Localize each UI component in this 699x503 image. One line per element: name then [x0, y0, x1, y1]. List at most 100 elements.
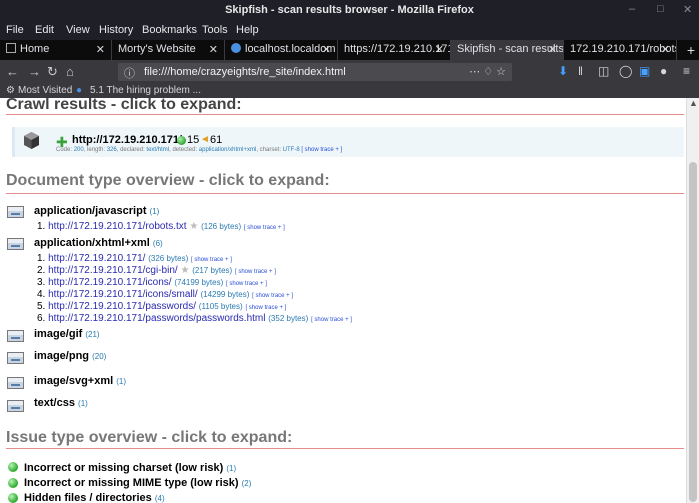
close-icon[interactable]: ✕ — [661, 43, 670, 56]
list-item: 1. http://172.19.210.171/robots.txt ★ (1… — [37, 221, 285, 232]
reload-icon[interactable]: ↻ — [47, 64, 58, 80]
new-tab-icon[interactable]: + — [687, 42, 695, 58]
sidebar-icon[interactable]: ◫ — [598, 64, 609, 78]
issue-status-icon — [8, 493, 18, 503]
addon-icon[interactable]: ● — [660, 64, 667, 78]
list-item: 2. http://172.19.210.171/cgi-bin/ ★ (217… — [37, 265, 276, 276]
meta-length: 326 — [106, 147, 117, 153]
item-url[interactable]: http://172.19.210.171/icons/small/ — [48, 289, 198, 300]
mime-count: (21) — [85, 330, 100, 339]
tab-https-ip[interactable]: https://172.19.210.171 ✕ — [338, 40, 451, 60]
tab-localhost[interactable]: localhost.localdom ✕ — [225, 40, 338, 60]
forward-icon[interactable]: → — [28, 64, 41, 79]
extension-icon[interactable]: ◯ — [619, 64, 632, 78]
library-icon[interactable]: ‖ — [578, 64, 583, 78]
issue-label: Incorrect or missing charset (low risk) — [24, 462, 224, 474]
crawl-count-a: 15 — [187, 134, 200, 146]
show-trace-link[interactable]: [ show trace + ] — [235, 269, 276, 275]
address-bar[interactable]: ⓘ file:///home/crazyeights/re_site/index… — [118, 63, 512, 81]
item-url[interactable]: http://172.19.210.171/passwords/ — [48, 301, 196, 312]
close-icon[interactable]: ✕ — [96, 43, 105, 56]
menu-help[interactable]: Help — [236, 24, 259, 36]
menu-file[interactable]: File — [6, 24, 24, 36]
crawl-count-b: 61 — [210, 134, 223, 146]
maximize-icon[interactable]: □ — [657, 3, 664, 15]
mime-label: image/gif — [34, 328, 83, 340]
scrollbar[interactable]: ▲ — [686, 98, 699, 503]
item-index: 2. — [37, 265, 46, 276]
minimize-icon[interactable]: – — [629, 3, 635, 15]
list-item: 4. http://172.19.210.171/icons/small/ (1… — [37, 289, 293, 300]
item-url[interactable]: http://172.19.210.171/icons/ — [48, 277, 171, 288]
mime-count: (6) — [152, 239, 163, 248]
mime-label: text/css — [34, 397, 75, 409]
scrollbar-thumb[interactable] — [689, 162, 697, 502]
close-window-icon[interactable]: ✕ — [683, 3, 692, 16]
download-icon[interactable]: ⬇ — [558, 64, 568, 78]
meta-charset-label: , charset: — [256, 147, 283, 153]
meta-declared-label: , declared: — [116, 147, 147, 153]
mime-type[interactable]: text/css (1) — [34, 397, 88, 409]
home-icon[interactable]: ⌂ — [66, 64, 74, 79]
doctype-heading[interactable]: Document type overview - click to expand… — [6, 172, 330, 190]
tab-home[interactable]: Home ✕ — [0, 40, 112, 60]
menu-view[interactable]: View — [66, 24, 90, 36]
back-icon[interactable]: ← — [6, 64, 19, 79]
show-trace-link[interactable]: [ show trace + ] — [245, 305, 286, 311]
issue-status-icon — [8, 462, 18, 472]
document-icon — [7, 330, 24, 342]
divider — [6, 114, 684, 115]
document-icon — [7, 206, 24, 218]
issue-icon: ◄ — [200, 134, 210, 145]
mime-type[interactable]: image/svg+xml (1) — [34, 375, 126, 387]
item-url[interactable]: http://172.19.210.171/passwords/password… — [48, 313, 265, 324]
item-url[interactable]: http://172.19.210.171/cgi-bin/ — [48, 265, 178, 276]
bookmarks-bar: ⚙ Most Visited ● 5.1 The hiring problem … — [0, 84, 699, 98]
menu-icon[interactable]: ≡ — [683, 64, 690, 78]
show-trace-link[interactable]: [ show trace + ] — [301, 147, 342, 153]
item-index: 1. — [37, 221, 46, 232]
menu-history[interactable]: History — [99, 24, 133, 36]
mime-count: (1) — [116, 377, 127, 386]
crawl-url[interactable]: http://172.19.210.171/ — [72, 134, 182, 146]
issue-item[interactable]: Incorrect or missing MIME type (low risk… — [24, 477, 251, 489]
page-actions-icon[interactable]: ⋯ ♢ ☆ — [469, 65, 506, 78]
issue-item[interactable]: Hidden files / directories (4) — [24, 492, 165, 503]
issues-heading[interactable]: Issue type overview - click to expand: — [6, 429, 292, 447]
tab-robots[interactable]: 172.19.210.171/robots ✕ — [564, 40, 677, 60]
document-icon — [7, 377, 24, 389]
show-trace-link[interactable]: [ show trace + ] — [311, 317, 352, 323]
item-url[interactable]: http://172.19.210.171/ — [48, 253, 145, 264]
document-icon — [7, 400, 24, 412]
scroll-up-icon[interactable]: ▲ — [689, 98, 698, 108]
info-icon[interactable]: ⓘ — [124, 65, 135, 81]
screenshot-icon[interactable]: ▣ — [639, 64, 650, 78]
bookmark-hiring-problem[interactable]: 5.1 The hiring problem ... — [90, 85, 201, 96]
issue-item[interactable]: Incorrect or missing charset (low risk) … — [24, 462, 236, 474]
show-trace-link[interactable]: [ show trace + ] — [191, 257, 232, 263]
close-icon[interactable]: ✕ — [548, 43, 557, 56]
show-trace-link[interactable]: [ show trace + ] — [226, 281, 267, 287]
meta-charset: UTF-8 — [282, 147, 300, 153]
menu-tools[interactable]: Tools — [202, 24, 228, 36]
close-icon[interactable]: ✕ — [209, 43, 218, 56]
list-item: 6. http://172.19.210.171/passwords/passw… — [37, 313, 352, 324]
item-size: (352 bytes) — [268, 314, 309, 323]
mime-type[interactable]: image/gif (21) — [34, 328, 100, 340]
item-url[interactable]: http://172.19.210.171/robots.txt — [48, 221, 186, 232]
mime-count: (1) — [149, 207, 160, 216]
mime-type[interactable]: image/png (20) — [34, 350, 106, 362]
mime-label: application/xhtml+xml — [34, 237, 150, 249]
menu-bookmarks[interactable]: Bookmarks — [142, 24, 197, 36]
bookmark-most-visited[interactable]: Most Visited — [18, 85, 72, 96]
close-icon[interactable]: ✕ — [322, 43, 331, 56]
show-trace-link[interactable]: [ show trace + ] — [244, 225, 285, 231]
tab-mortys-website[interactable]: Morty's Website ✕ — [112, 40, 225, 60]
close-icon[interactable]: ✕ — [435, 43, 444, 56]
tab-skipfish[interactable]: Skipfish - scan results ✕ — [451, 40, 564, 60]
mime-type[interactable]: application/xhtml+xml (6) — [34, 237, 163, 249]
menu-edit[interactable]: Edit — [35, 24, 54, 36]
mime-type[interactable]: application/javascript (1) — [34, 205, 159, 217]
show-trace-link[interactable]: [ show trace + ] — [252, 293, 293, 299]
crawl-results-heading[interactable]: Crawl results - click to expand: — [6, 98, 242, 114]
